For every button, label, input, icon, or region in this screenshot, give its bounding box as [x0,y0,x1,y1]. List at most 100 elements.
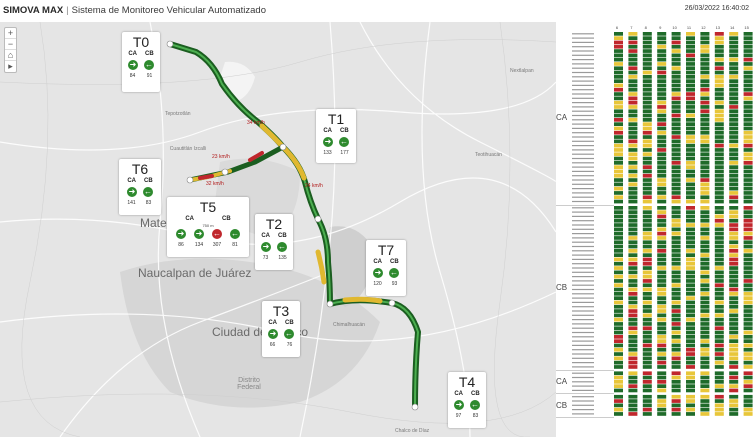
status-cell [614,371,623,376]
station-card-t4[interactable]: T4 CA CB ➜ ← 97 83 [448,372,486,428]
status-cell [729,257,739,262]
status-cell [700,210,710,214]
status-cell [671,244,681,249]
status-cell [642,261,652,266]
status-cell [614,214,623,219]
station-card-t6[interactable]: T6 CA CB ➜ ← 141 83 [119,159,161,215]
row-label [572,362,594,364]
row-label [572,224,594,226]
status-cell [743,191,753,195]
status-cell [642,300,652,305]
status-cell [729,223,739,227]
status-cell [686,356,695,361]
status-cell [671,87,681,92]
status-cell [614,270,623,275]
status-cell [628,75,638,79]
status-cell [729,304,739,309]
status-cell [729,165,739,169]
row-label [572,336,594,338]
home-icon[interactable]: ⌂ [5,50,16,61]
status-cell [657,343,667,348]
dir-ca-label: CA [454,391,463,397]
value-cb: 83 [472,413,479,419]
status-cell [686,122,695,126]
status-cell [686,75,695,79]
row-label [572,319,594,321]
status-cell [614,244,623,249]
status-cell [700,32,710,36]
status-cell [686,36,695,40]
status-cell [628,399,638,403]
status-cell [642,195,652,200]
status-cell [729,44,739,49]
status-cell [729,199,739,204]
station-card-t5[interactable]: T5 CA CB 750 m ➜ ➜ ← ← 86 134 307 81 [167,197,249,257]
status-cell [714,274,724,279]
status-cell [614,191,623,195]
station-card-t2[interactable]: T2 CA CB ➜ ← 73 135 [255,214,293,270]
status-cell [642,380,652,384]
status-cell [614,156,623,161]
status-cell [729,122,739,126]
status-cell [657,296,667,300]
status-cell [628,87,638,92]
status-cell [743,66,753,71]
arrow-left-icon: ← [277,242,287,252]
status-cell [714,143,724,148]
status-cell [714,44,724,49]
row-label [572,376,594,379]
play-icon[interactable]: ▸ [5,61,16,72]
zoom-out-button[interactable]: − [5,39,16,50]
status-cell [614,53,623,58]
map-view[interactable]: + − ⌂ ▸ Tepotzotlán Cuautitlán Izcalli N… [0,22,556,437]
status-cell [700,287,710,292]
status-cell [714,356,724,361]
station-card-t1[interactable]: T1 CA CB ➜ ← 133 177 [316,109,356,163]
status-cell [714,100,724,105]
status-cell [686,156,695,161]
status-cell [671,384,681,388]
row-label [572,258,594,260]
status-cell [743,156,753,161]
row-label [572,200,594,203]
station-card-t0[interactable]: T0 CA CB ➜ ← 84 91 [122,32,160,92]
status-cell [671,326,681,331]
row-label [572,250,594,252]
status-cell [657,322,667,326]
status-cell [714,343,724,348]
row-label [572,102,594,104]
status-cell [743,100,753,105]
status-cell [700,394,710,399]
status-cell [700,347,710,352]
row-label [572,192,594,194]
status-cell [729,186,739,191]
status-cell [714,87,724,92]
status-cell [714,330,724,335]
status-cell [743,178,753,182]
status-cell [686,109,695,114]
status-cell [657,173,667,178]
status-cell [657,317,667,322]
status-cell [743,253,753,257]
station-card-t7[interactable]: T7 CA CB ➜ ← 120 93 [366,240,406,296]
status-cell [743,352,753,356]
status-cell [614,283,623,288]
status-cell [671,339,681,343]
status-cell [671,343,681,348]
status-cell [729,143,739,148]
station-card-t3[interactable]: T3 CA CB ➜ ← 66 76 [262,301,300,357]
status-cell [628,384,638,388]
zoom-in-button[interactable]: + [5,28,16,39]
status-cell [714,375,724,380]
status-cell [729,118,739,122]
arrow-left-alert-icon: ← [212,229,222,239]
status-cell [657,388,667,393]
status-cell [614,206,623,210]
row-label [572,127,594,129]
status-cell [729,296,739,300]
status-cell [614,105,623,109]
status-cell [628,191,638,195]
status-cell [714,313,724,318]
status-cell [686,322,695,326]
row-label [572,396,594,398]
